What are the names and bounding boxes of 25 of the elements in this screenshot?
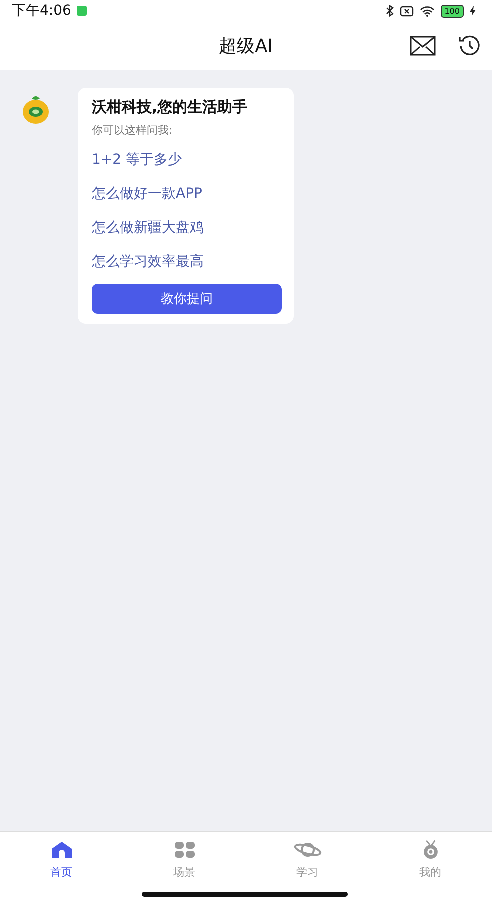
suggestion-link[interactable]: 1+2 等于多少 — [92, 148, 282, 182]
sim-icon — [400, 6, 414, 16]
battery-indicator: 100 — [440, 4, 464, 18]
wifi-icon — [420, 6, 435, 16]
home-icon — [50, 841, 72, 859]
tab-item[interactable]: 场景 — [123, 840, 246, 880]
welcome-title: 沃柑科技,您的生活助手 — [92, 98, 249, 117]
tab-item[interactable]: 首页 — [0, 840, 123, 880]
page-title: 超级AI — [219, 35, 273, 58]
message-icon — [77, 6, 88, 16]
grid-icon — [174, 841, 196, 859]
welcome-subtitle: 你可以这样问我: — [92, 123, 174, 138]
suggestion-link[interactable]: 怎么做好一款APP — [92, 182, 282, 216]
planet-icon — [292, 841, 322, 859]
tab-item[interactable]: 学习 — [246, 840, 369, 880]
charging-icon — [470, 6, 476, 16]
bluetooth-icon — [386, 5, 394, 17]
status-time: 下午4:06 — [12, 2, 72, 20]
history-icon[interactable] — [458, 34, 482, 58]
suggestion-link[interactable]: 怎么学习效率最高 — [92, 250, 282, 284]
ask-button[interactable]: 教你提问 — [92, 284, 282, 314]
mail-icon[interactable] — [410, 36, 436, 56]
suggestion-link[interactable]: 怎么做新疆大盘鸡 — [92, 216, 282, 250]
fruit-avatar-icon — [20, 94, 52, 126]
tab-item[interactable]: 我的 — [369, 840, 492, 880]
